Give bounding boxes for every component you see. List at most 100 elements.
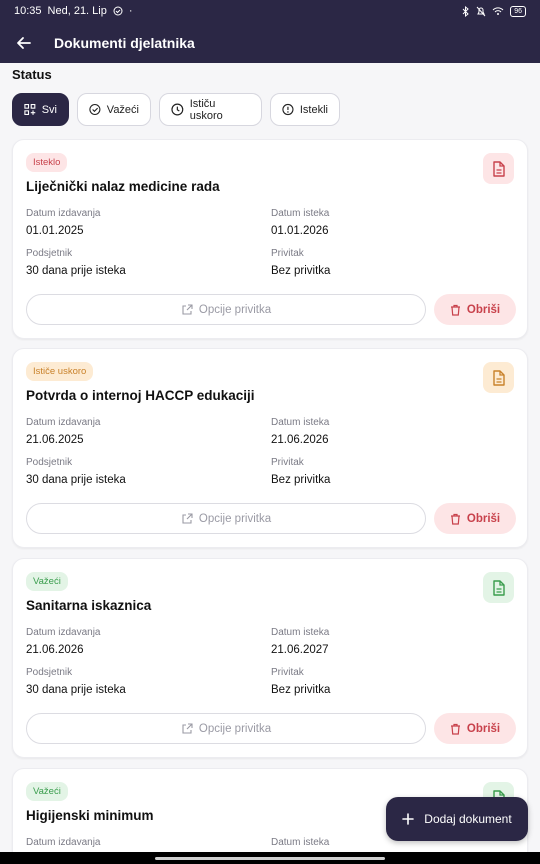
status-filters: Svi Važeći Ističu uskoro Istekli — [12, 93, 340, 126]
add-document-label: Dodaj dokument — [424, 812, 512, 826]
attachment-options-button[interactable]: Opcije privitka — [26, 503, 426, 534]
battery-indicator: 96 — [510, 5, 526, 17]
options-label: Opcije privitka — [198, 303, 272, 316]
attachment-label: Privitak — [271, 457, 304, 468]
attachment-value: Bez privitka — [271, 265, 331, 277]
document-card[interactable]: Ističe uskoro Potvrda o internoj HACCP e… — [12, 348, 528, 548]
status-badge: Važeći — [26, 572, 68, 591]
wifi-icon — [492, 7, 504, 15]
document-icon — [483, 153, 514, 184]
delete-button[interactable]: Obriši — [434, 294, 516, 325]
delete-button[interactable]: Obriši — [434, 503, 516, 534]
gesture-navigation-bar — [0, 852, 540, 864]
attachment-options-button[interactable]: Opcije privitka — [26, 294, 426, 325]
status-section-title: Status — [12, 67, 52, 82]
reminder-label: Podsjetnik — [26, 457, 73, 468]
page-title: Dokumenti djelatnika — [54, 34, 195, 51]
issue-date-field: Datum izdavanja 01.01.2025 — [26, 208, 100, 237]
document-title: Liječnički nalaz medicine rada — [26, 179, 220, 194]
filter-expired-chip[interactable]: Istekli — [270, 93, 340, 126]
issue-date-label: Datum izdavanja — [26, 417, 101, 428]
notifications-off-icon — [476, 6, 486, 16]
bluetooth-icon — [462, 5, 469, 17]
app-bar: Dokumenti djelatnika — [0, 22, 540, 63]
attachment-value: Bez privitka — [271, 474, 331, 486]
expiry-date-label: Datum isteka — [271, 417, 330, 428]
filter-all-label: Svi — [41, 103, 57, 116]
issue-date-field: Datum izdavanja — [26, 837, 100, 848]
attachment-options-button[interactable]: Opcije privitka — [26, 713, 426, 744]
status-badge: Isteklo — [26, 153, 68, 172]
expiry-date-value: 21.06.2026 — [271, 434, 329, 446]
delete-label: Obriši — [466, 722, 501, 735]
back-button[interactable] — [14, 33, 34, 53]
home-indicator[interactable] — [155, 856, 385, 860]
document-icon — [483, 572, 514, 603]
filter-expiring-chip[interactable]: Ističu uskoro — [159, 93, 262, 126]
reminder-value: 30 dana prije isteka — [26, 474, 126, 486]
reminder-field: Podsjetnik 30 dana prije isteka — [26, 667, 126, 696]
expiry-date-field: Datum isteka 21.06.2026 — [271, 417, 329, 446]
reminder-field: Podsjetnik 30 dana prije isteka — [26, 457, 126, 486]
external-link-icon — [182, 722, 193, 734]
status-badge: Važeći — [26, 782, 68, 801]
filter-valid-chip[interactable]: Važeći — [77, 93, 151, 126]
expiry-date-field: Datum isteka 01.01.2026 — [271, 208, 329, 237]
document-title: Sanitarna iskaznica — [26, 598, 152, 613]
document-title: Potvrda o internoj HACCP edukaciji — [26, 388, 255, 403]
delete-button[interactable]: Obriši — [434, 713, 516, 744]
clock-icon — [171, 103, 184, 116]
status-badge: Ističe uskoro — [26, 362, 94, 381]
grid-add-icon — [24, 104, 36, 115]
external-link-icon — [182, 512, 193, 524]
reminder-value: 30 dana prije isteka — [26, 684, 126, 696]
expiry-date-label: Datum isteka — [271, 208, 330, 219]
status-time: 10:35 — [14, 5, 42, 17]
issue-date-field: Datum izdavanja 21.06.2025 — [26, 417, 100, 446]
options-label: Opcije privitka — [198, 512, 272, 525]
add-document-button[interactable]: Dodaj dokument — [386, 797, 528, 841]
plus-icon — [402, 813, 415, 825]
reminder-value: 30 dana prije isteka — [26, 265, 126, 277]
more-dots-icon: · — [128, 5, 133, 17]
expiry-date-label: Datum isteka — [271, 627, 330, 638]
document-card[interactable]: Isteklo Liječnički nalaz medicine rada D… — [12, 139, 528, 339]
check-circle-icon — [113, 6, 123, 16]
attachment-value: Bez privitka — [271, 684, 331, 696]
alert-circle-icon — [282, 103, 294, 116]
attachment-label: Privitak — [271, 667, 304, 678]
trash-icon — [450, 304, 460, 316]
reminder-label: Podsjetnik — [26, 667, 73, 678]
delete-label: Obriši — [466, 512, 501, 525]
issue-date-field: Datum izdavanja 21.06.2026 — [26, 627, 100, 656]
attachment-field: Privitak Bez privitka — [271, 457, 330, 486]
document-icon — [483, 362, 514, 393]
expiry-date-field: Datum isteka 21.06.2027 — [271, 627, 329, 656]
delete-label: Obriši — [466, 303, 501, 316]
issue-date-value: 21.06.2025 — [26, 434, 84, 446]
issue-date-value: 01.01.2025 — [26, 225, 84, 237]
status-date: Ned, 21. Lip — [47, 5, 107, 17]
filter-valid-label: Važeći — [106, 103, 139, 116]
external-link-icon — [182, 303, 193, 315]
document-card[interactable]: Važeći Sanitarna iskaznica Datum izdavan… — [12, 558, 528, 758]
reminder-field: Podsjetnik 30 dana prije isteka — [26, 248, 126, 277]
arrow-left-icon — [17, 36, 31, 49]
attachment-field: Privitak Bez privitka — [271, 667, 330, 696]
issue-date-value: 21.06.2026 — [26, 644, 84, 656]
attachment-label: Privitak — [271, 248, 304, 259]
expiry-date-value: 01.01.2026 — [271, 225, 329, 237]
check-circle-icon — [89, 103, 101, 116]
issue-date-label: Datum izdavanja — [26, 208, 101, 219]
issue-date-label: Datum izdavanja — [26, 837, 101, 848]
filter-expired-label: Istekli — [299, 103, 328, 116]
expiry-date-label: Datum isteka — [271, 837, 330, 848]
reminder-label: Podsjetnik — [26, 248, 73, 259]
options-label: Opcije privitka — [198, 722, 272, 735]
attachment-field: Privitak Bez privitka — [271, 248, 330, 277]
system-status-bar: 10:35 Ned, 21. Lip · 96 — [0, 0, 540, 22]
expiry-date-field: Datum isteka — [271, 837, 329, 848]
filter-all-chip[interactable]: Svi — [12, 93, 69, 126]
trash-icon — [450, 723, 460, 735]
filter-expiring-label: Ističu uskoro — [189, 97, 223, 122]
